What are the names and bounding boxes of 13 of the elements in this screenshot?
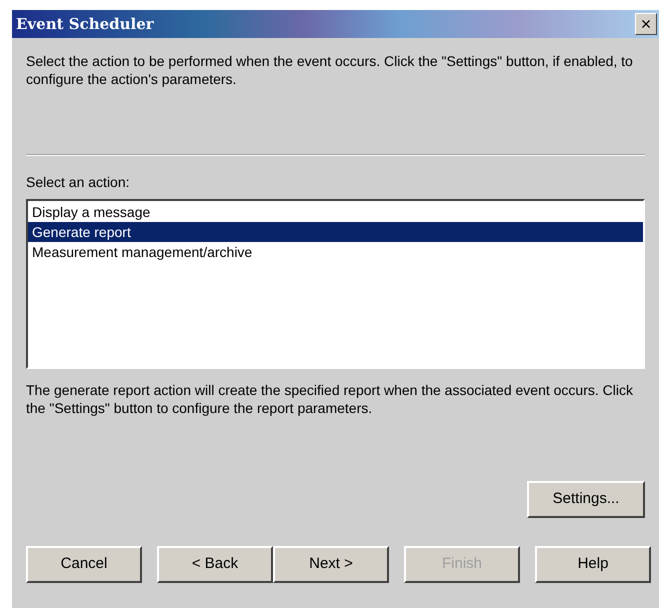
dialog-button[interactable]: Next > [273,546,389,583]
dialog-button[interactable]: < Back [157,546,273,583]
dialog-button[interactable]: Help [535,546,651,583]
list-item[interactable]: Display a message [28,202,643,222]
description-text: The generate report action will create the specified report when the associated event occurs. Click the "Settings" button to configure the report parameters. [26,381,634,417]
instruction-text: Select the action to be performed when the event occurs. Click the "Settings" button, if enabled, to configure the action's parameters. [26,52,634,88]
window-title: Event Scheduler [15,14,154,35]
list-item[interactable]: Measurement management/archive [28,242,643,262]
dialog-button[interactable]: Cancel [26,546,142,583]
dialog-button[interactable]: Settings... [527,481,645,518]
close-button[interactable]: × [635,13,657,35]
list-item[interactable]: Generate report [28,222,643,242]
list-label: Select an action: [26,173,131,192]
